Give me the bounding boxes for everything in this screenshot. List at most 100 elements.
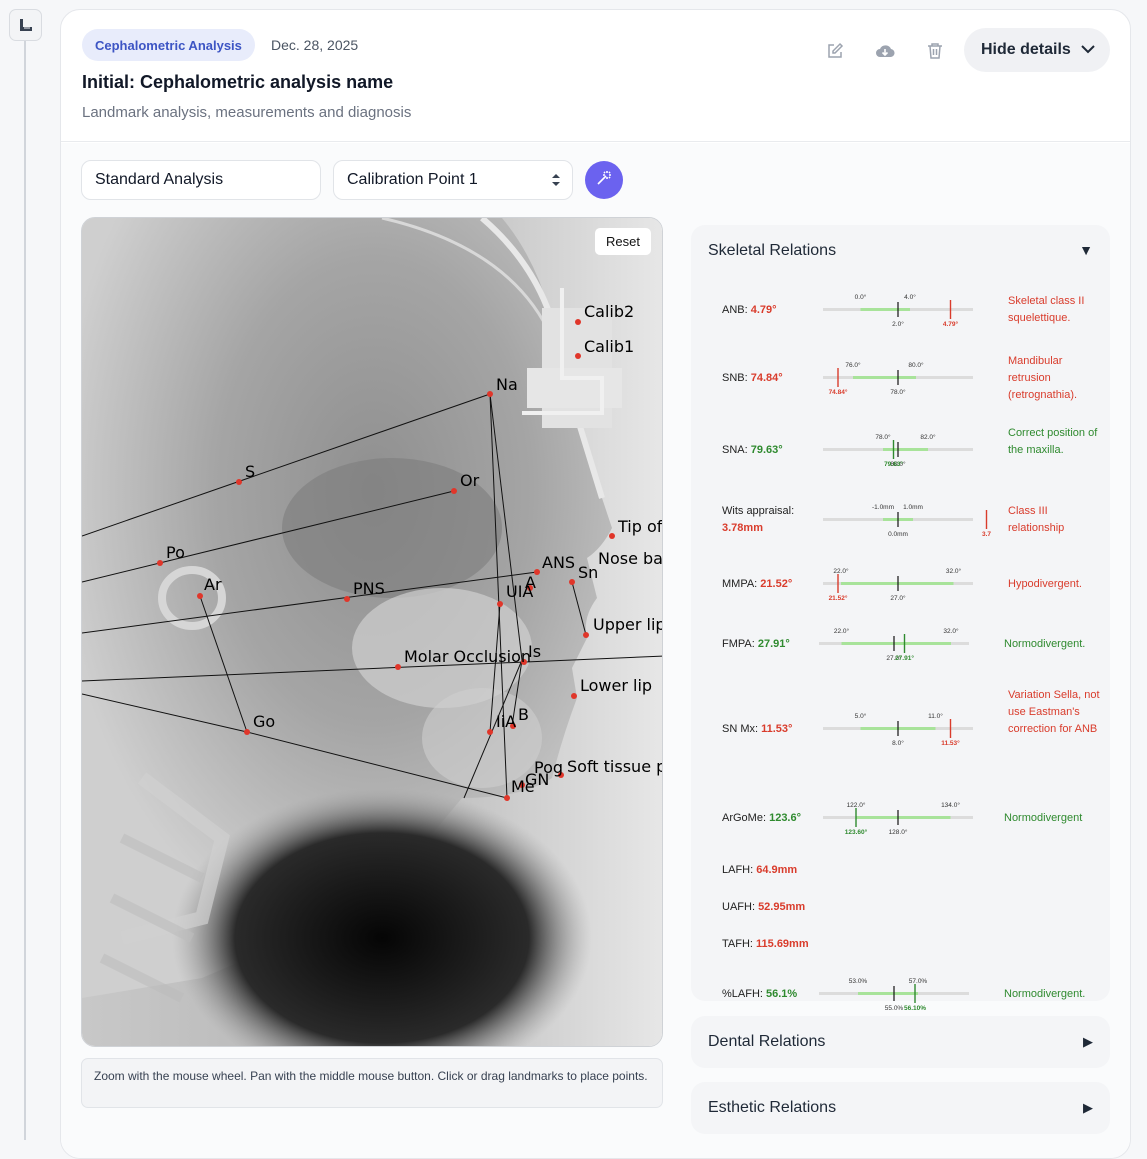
norm-range-gauge: 53.0% 57.0% 55.0% 56.10% [819,978,969,1012]
gauge-value-label: 123.60° [845,828,868,836]
landmark-label: Upper lip [593,615,663,634]
gauge-value-label: 79.63° [884,460,903,468]
expand-triangle-icon: ▶ [1083,1100,1093,1115]
landmark-label: Na [496,375,518,394]
gauge-value-label: 56.10% [904,1005,926,1012]
reset-button[interactable]: Reset [595,228,651,255]
measurement-value: 74.84° [750,371,783,384]
measurement-row: ANB: 4.79° 0.0° 4.0° 2.0° 4.79° Skeletal clas… [691,277,1110,343]
measurement-value: 115.69mm [756,937,809,950]
measurement-diagnosis: Skeletal class II squelettique. [1008,295,1085,324]
norm-range-gauge: 5.0° 11.0° 8.0° 11.53° [823,712,973,747]
timeline-line [24,40,26,1140]
measurement-label: ArGoMe: 123.6° [722,810,801,827]
norm-range-gauge: -1.0mm 1.0mm 0.0mm 3.7 [823,504,991,538]
dental-relations-section[interactable]: Dental Relations ▶ [691,1016,1110,1068]
measurement-value: 56.1% [766,987,798,1000]
gauge-mean-label: 8.0° [892,739,904,747]
gauge-min-label: 53.0% [849,978,868,985]
landmark-label: Po [166,543,185,562]
norm-range-gauge: 22.0° 32.0°27.0°27.91° [819,627,969,662]
measurement-name: LAFH: [722,863,757,876]
measurement-label: FMPA: 27.91° [722,636,790,653]
dental-relations-title: Dental Relations [708,1033,826,1050]
edit-icon[interactable] [824,40,846,62]
gauge-value-label: 4.79° [943,320,959,328]
gauge-min-label: 5.0° [855,712,867,720]
skeletal-relations-header[interactable]: Skeletal Relations ▼ [691,225,1110,277]
measurement-label: TAFH: 115.69mm [722,936,809,953]
landmark-label: Ar [204,575,222,594]
norm-range-gauge: 0.0° 4.0° 2.0° 4.79° [823,293,973,328]
measurement-row: ArGoMe: 123.6° 122.0° 134.0° 128.0° 123.60° N… [691,785,1110,851]
analysis-type-badge: Cephalometric Analysis [82,29,255,61]
gauge-max-label: 1.0mm [903,504,923,511]
measurement-name: MMPA: [722,577,761,590]
landmark-label: PNS [353,579,385,598]
landmark-label: S [245,462,255,481]
landmark-label: IiA [496,712,516,731]
gauge-min-label: -1.0mm [872,504,894,511]
measurement-label: SNB: 74.84° [722,370,783,387]
norm-range-gauge: 122.0° 134.0° 128.0° 123.60° [823,801,973,836]
measurement-label: LAFH: 64.9mm [722,862,797,879]
magic-wand-button[interactable] [585,161,623,199]
measurement-row: UAFH: 52.95mm [691,889,1110,925]
xray-viewer[interactable]: Calib2 Calib1 Na S Or Po Ar PNS ANS A Sn… [81,217,663,1047]
analysis-date: Dec. 28, 2025 [271,37,359,53]
gauge-norm-range [841,642,951,645]
measurement-row: SNB: 74.84° 76.0° 80.0° 78.0° 74.84° Mandibul… [691,343,1110,413]
measurement-label: ANB: 4.79° [722,302,777,319]
landmark-label: B [518,705,529,724]
analysis-type-field[interactable]: Standard Analysis [81,160,321,200]
gauge-max-label: 11.0° [928,712,943,720]
landmark-label: Calib2 [584,302,634,321]
ruler-icon[interactable] [9,9,42,41]
norm-range-gauge: 22.0° 32.0° 27.0° 21.52° [823,567,973,602]
gauge-value-label: 21.52° [829,594,848,602]
measurement-row: MMPA: 21.52° 22.0° 32.0° 27.0° 21.52° Hypodiv… [691,553,1110,615]
measurement-name: SN Mx: [722,722,762,735]
gauge-norm-range [841,582,954,585]
gauge-mean-label: 55.0% [885,1005,904,1012]
measurement-diagnosis: Variation Sella, not use Eastman's corre… [1008,688,1100,735]
measurement-value: 3.78mm [722,522,763,534]
page-subtitle: Landmark analysis, measurements and diag… [82,104,412,121]
measurement-row: SN Mx: 11.53° 5.0° 11.0° 8.0° 11.53° Variatio… [691,673,1110,785]
gauge-norm-range [860,308,910,311]
skeletal-relations-panel: Skeletal Relations ▼ ANB: 4.79° 0.0° 4.0° 2… [691,225,1110,1012]
select-arrows-icon [552,173,560,192]
measurement-name: %LAFH: [722,987,767,1000]
gauge-max-label: 57.0% [909,978,928,985]
landmark-label: UIA [506,582,533,601]
gauge-min-label: 76.0° [845,361,861,369]
cephalogram-image[interactable]: Calib2 Calib1 Na S Or Po Ar PNS ANS A Sn… [82,218,663,1047]
gauge-min-label: 78.0° [875,433,891,441]
measurement-diagnosis: Hypodivergent. [1008,577,1082,590]
measurement-diagnosis: Class III relationship [1008,505,1065,534]
measurement-diagnosis: Normodivergent [1004,811,1083,824]
gauge-min-label: 122.0° [847,801,866,809]
hide-details-label: Hide details [981,41,1071,58]
viewer-hint: Zoom with the mouse wheel. Pan with the … [81,1058,663,1108]
trash-icon[interactable] [924,40,946,62]
measurement-value: 27.91° [757,637,790,650]
calibration-select[interactable]: Calibration Point 1 [333,160,573,200]
page-title: Initial: Cephalometric analysis name [82,72,394,92]
esthetic-relations-section[interactable]: Esthetic Relations ▶ [691,1082,1110,1134]
measurement-value: 79.63° [750,443,783,456]
measurement-value: 21.52° [760,577,793,590]
card-header: Cephalometric Analysis Dec. 28, 2025 Ini… [61,10,1130,142]
landmark-label: ANS [542,553,575,572]
gauge-mean-label: 27.0° [890,594,906,602]
gauge-max-label: 82.0° [920,433,936,441]
cloud-download-icon[interactable] [874,40,896,62]
gauge-value-label: 27.91° [895,654,914,662]
gauge-mean-label: 78.0° [890,388,906,396]
gauge-max-label: 80.0° [908,361,924,369]
gauge-min-label: 0.0° [855,293,867,301]
measurement-name: Wits appraisal: [722,505,795,517]
measurement-value: 11.53° [761,722,793,735]
hide-details-button[interactable]: Hide details [964,28,1110,72]
landmark-label: Calib1 [584,337,634,356]
